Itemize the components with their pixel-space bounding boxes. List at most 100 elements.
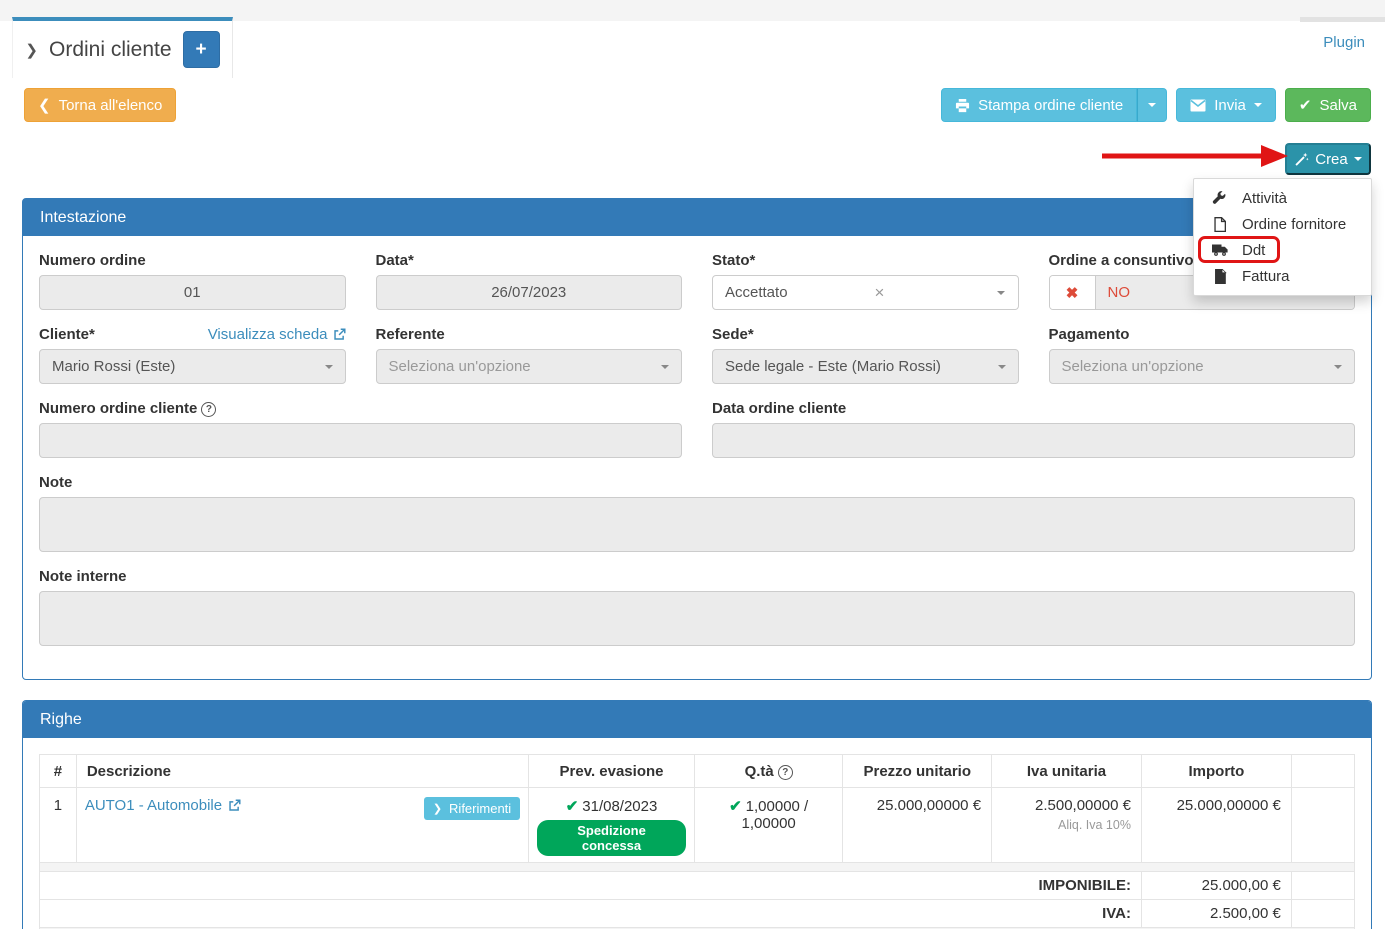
caret-down-icon [325, 365, 333, 369]
col-actions [1291, 755, 1354, 788]
righe-panel-body: # Descrizione Prev. evasione Q.tà? Prezz… [23, 738, 1371, 929]
cliente-select[interactable]: Mario Rossi (Este) [39, 349, 346, 384]
caret-down-icon [1254, 103, 1262, 107]
send-button[interactable]: Invia [1176, 88, 1276, 122]
create-button[interactable]: Crea [1285, 143, 1371, 175]
iva-value: 2.500,00 € [1141, 900, 1291, 928]
field-note-interne: Note interne [39, 568, 1355, 646]
col-prev-evasione: Prev. evasione [529, 755, 695, 788]
file-filled-icon [1211, 269, 1228, 284]
aliquota-note: Aliq. Iva 10% [1000, 818, 1131, 832]
back-to-list-button[interactable]: ❮ Torna all'elenco [24, 88, 176, 122]
caret-down-icon [998, 365, 1006, 369]
print-order-button[interactable]: Stampa ordine cliente [941, 88, 1137, 122]
envelope-icon [1190, 99, 1206, 112]
spedizione-badge: Spedizione concessa [537, 820, 686, 856]
col-iva-unitaria: Iva unitaria [992, 755, 1142, 788]
action-buttons: Stampa ordine cliente Invia ✔ Salva [941, 88, 1371, 122]
row-actions [1291, 788, 1354, 863]
chevron-left-icon: ❮ [38, 96, 51, 114]
plugin-link[interactable]: Plugin [1323, 34, 1365, 51]
truck-icon [1211, 243, 1228, 257]
caret-down-icon [1354, 157, 1362, 161]
field-data: Data* 26/07/2023 [376, 252, 683, 310]
check-icon: ✔ [1299, 96, 1312, 114]
cross-icon[interactable]: ✖ [1050, 276, 1096, 309]
save-button[interactable]: ✔ Salva [1285, 88, 1371, 122]
row-iva-unitaria: 2.500,00000 € Aliq. Iva 10% [992, 788, 1142, 863]
row-importo: 25.000,00000 € [1141, 788, 1291, 863]
pagamento-select[interactable]: Seleziona un'opzione [1049, 349, 1356, 384]
chevron-right-icon: ❯ [433, 802, 442, 815]
magic-wand-icon [1294, 152, 1309, 167]
printer-icon [955, 98, 970, 113]
chevron-right-icon: ❯ [25, 41, 38, 59]
table-row: 1 AUTO1 - Automobile ❯ Riferimenti [40, 788, 1355, 863]
external-link-icon [333, 328, 346, 341]
iva-row: IVA: 2.500,00 € [40, 900, 1355, 928]
create-dropdown-menu: Attività Ordine fornitore Ddt Fattura [1193, 178, 1372, 296]
add-tab-button[interactable]: + [183, 31, 220, 68]
righe-table: # Descrizione Prev. evasione Q.tà? Prezz… [39, 754, 1355, 929]
sede-select[interactable]: Sede legale - Este (Mario Rossi) [712, 349, 1019, 384]
help-icon: ? [778, 765, 793, 780]
field-stato: Stato* Accettato × [712, 252, 1019, 310]
page-title: Ordini cliente [49, 38, 172, 62]
righe-panel: Righe # Descrizione Prev. evasione Q.tà?… [22, 700, 1372, 929]
help-icon: ? [201, 402, 216, 417]
field-numero-ordine: Numero ordine 01 [39, 252, 346, 310]
col-num: # [40, 755, 77, 788]
row-prezzo-unitario: 25.000,00000 € [843, 788, 992, 863]
caret-down-icon [1148, 103, 1156, 107]
caret-down-icon [661, 365, 669, 369]
red-arrow-annotation [1098, 143, 1298, 169]
row-prev-evasione: ✔31/08/2023 Spedizione concessa [529, 788, 695, 863]
menu-item-ddt[interactable]: Ddt [1194, 237, 1371, 263]
righe-panel-header: Righe [23, 701, 1371, 738]
external-link-icon [228, 799, 241, 812]
tab-ordini-cliente[interactable]: ❯ Ordini cliente + [12, 17, 233, 78]
imponibile-value: 25.000,00 € [1141, 872, 1291, 900]
menu-item-ordine-fornitore[interactable]: Ordine fornitore [1194, 211, 1371, 237]
col-qta: Q.tà? [694, 755, 843, 788]
col-descrizione: Descrizione [76, 755, 528, 788]
referente-select[interactable]: Seleziona un'opzione [376, 349, 683, 384]
imponibile-row: IMPONIBILE: 25.000,00 € [40, 872, 1355, 900]
stato-select[interactable]: Accettato × [712, 275, 1019, 310]
row-num: 1 [40, 788, 77, 863]
numero-ordine-input[interactable]: 01 [39, 275, 346, 310]
note-textarea[interactable] [39, 497, 1355, 552]
field-pagamento: Pagamento Seleziona un'opzione [1049, 326, 1356, 384]
row-qta: ✔1,00000 / 1,00000 [694, 788, 843, 863]
intestazione-panel: Intestazione Numero ordine 01 Data* 26/0… [22, 198, 1372, 680]
numero-ordine-cliente-input[interactable] [39, 423, 682, 458]
riferimenti-badge[interactable]: ❯ Riferimenti [424, 797, 520, 820]
print-dropdown-toggle[interactable] [1137, 88, 1167, 122]
field-note: Note [39, 474, 1355, 552]
field-data-ordine-cliente: Data ordine cliente [712, 400, 1355, 458]
menu-item-fattura[interactable]: Fattura [1194, 263, 1371, 289]
article-link[interactable]: AUTO1 - Automobile [85, 797, 241, 814]
caret-down-icon [997, 291, 1005, 295]
col-importo: Importo [1141, 755, 1291, 788]
data-ordine-cliente-input[interactable] [712, 423, 1355, 458]
note-interne-textarea[interactable] [39, 591, 1355, 646]
field-referente: Referente Seleziona un'opzione [376, 326, 683, 384]
spacer-row [40, 863, 1355, 872]
check-icon: ✔ [566, 798, 579, 815]
field-cliente: Cliente* Visualizza scheda Mario Rossi (… [39, 326, 346, 384]
intestazione-panel-body: Numero ordine 01 Data* 26/07/2023 Stato*… [23, 236, 1371, 662]
clear-icon[interactable]: × [875, 283, 885, 303]
caret-down-icon [1334, 365, 1342, 369]
menu-item-attivita[interactable]: Attività [1194, 185, 1371, 211]
table-header-row: # Descrizione Prev. evasione Q.tà? Prezz… [40, 755, 1355, 788]
file-outline-icon [1211, 217, 1228, 232]
data-input[interactable]: 26/07/2023 [376, 275, 683, 310]
visualizza-scheda-link[interactable]: Visualizza scheda [208, 326, 346, 343]
intestazione-panel-header: Intestazione [23, 199, 1371, 236]
ordini-cliente-page: ❯ Ordini cliente + Plugin ❮ Torna all'el… [0, 0, 1385, 929]
field-numero-ordine-cliente: Numero ordine cliente? [39, 400, 682, 458]
right-tab-edge [1300, 17, 1385, 22]
row-descrizione: AUTO1 - Automobile ❯ Riferimenti [76, 788, 528, 863]
wrench-icon [1211, 191, 1228, 206]
